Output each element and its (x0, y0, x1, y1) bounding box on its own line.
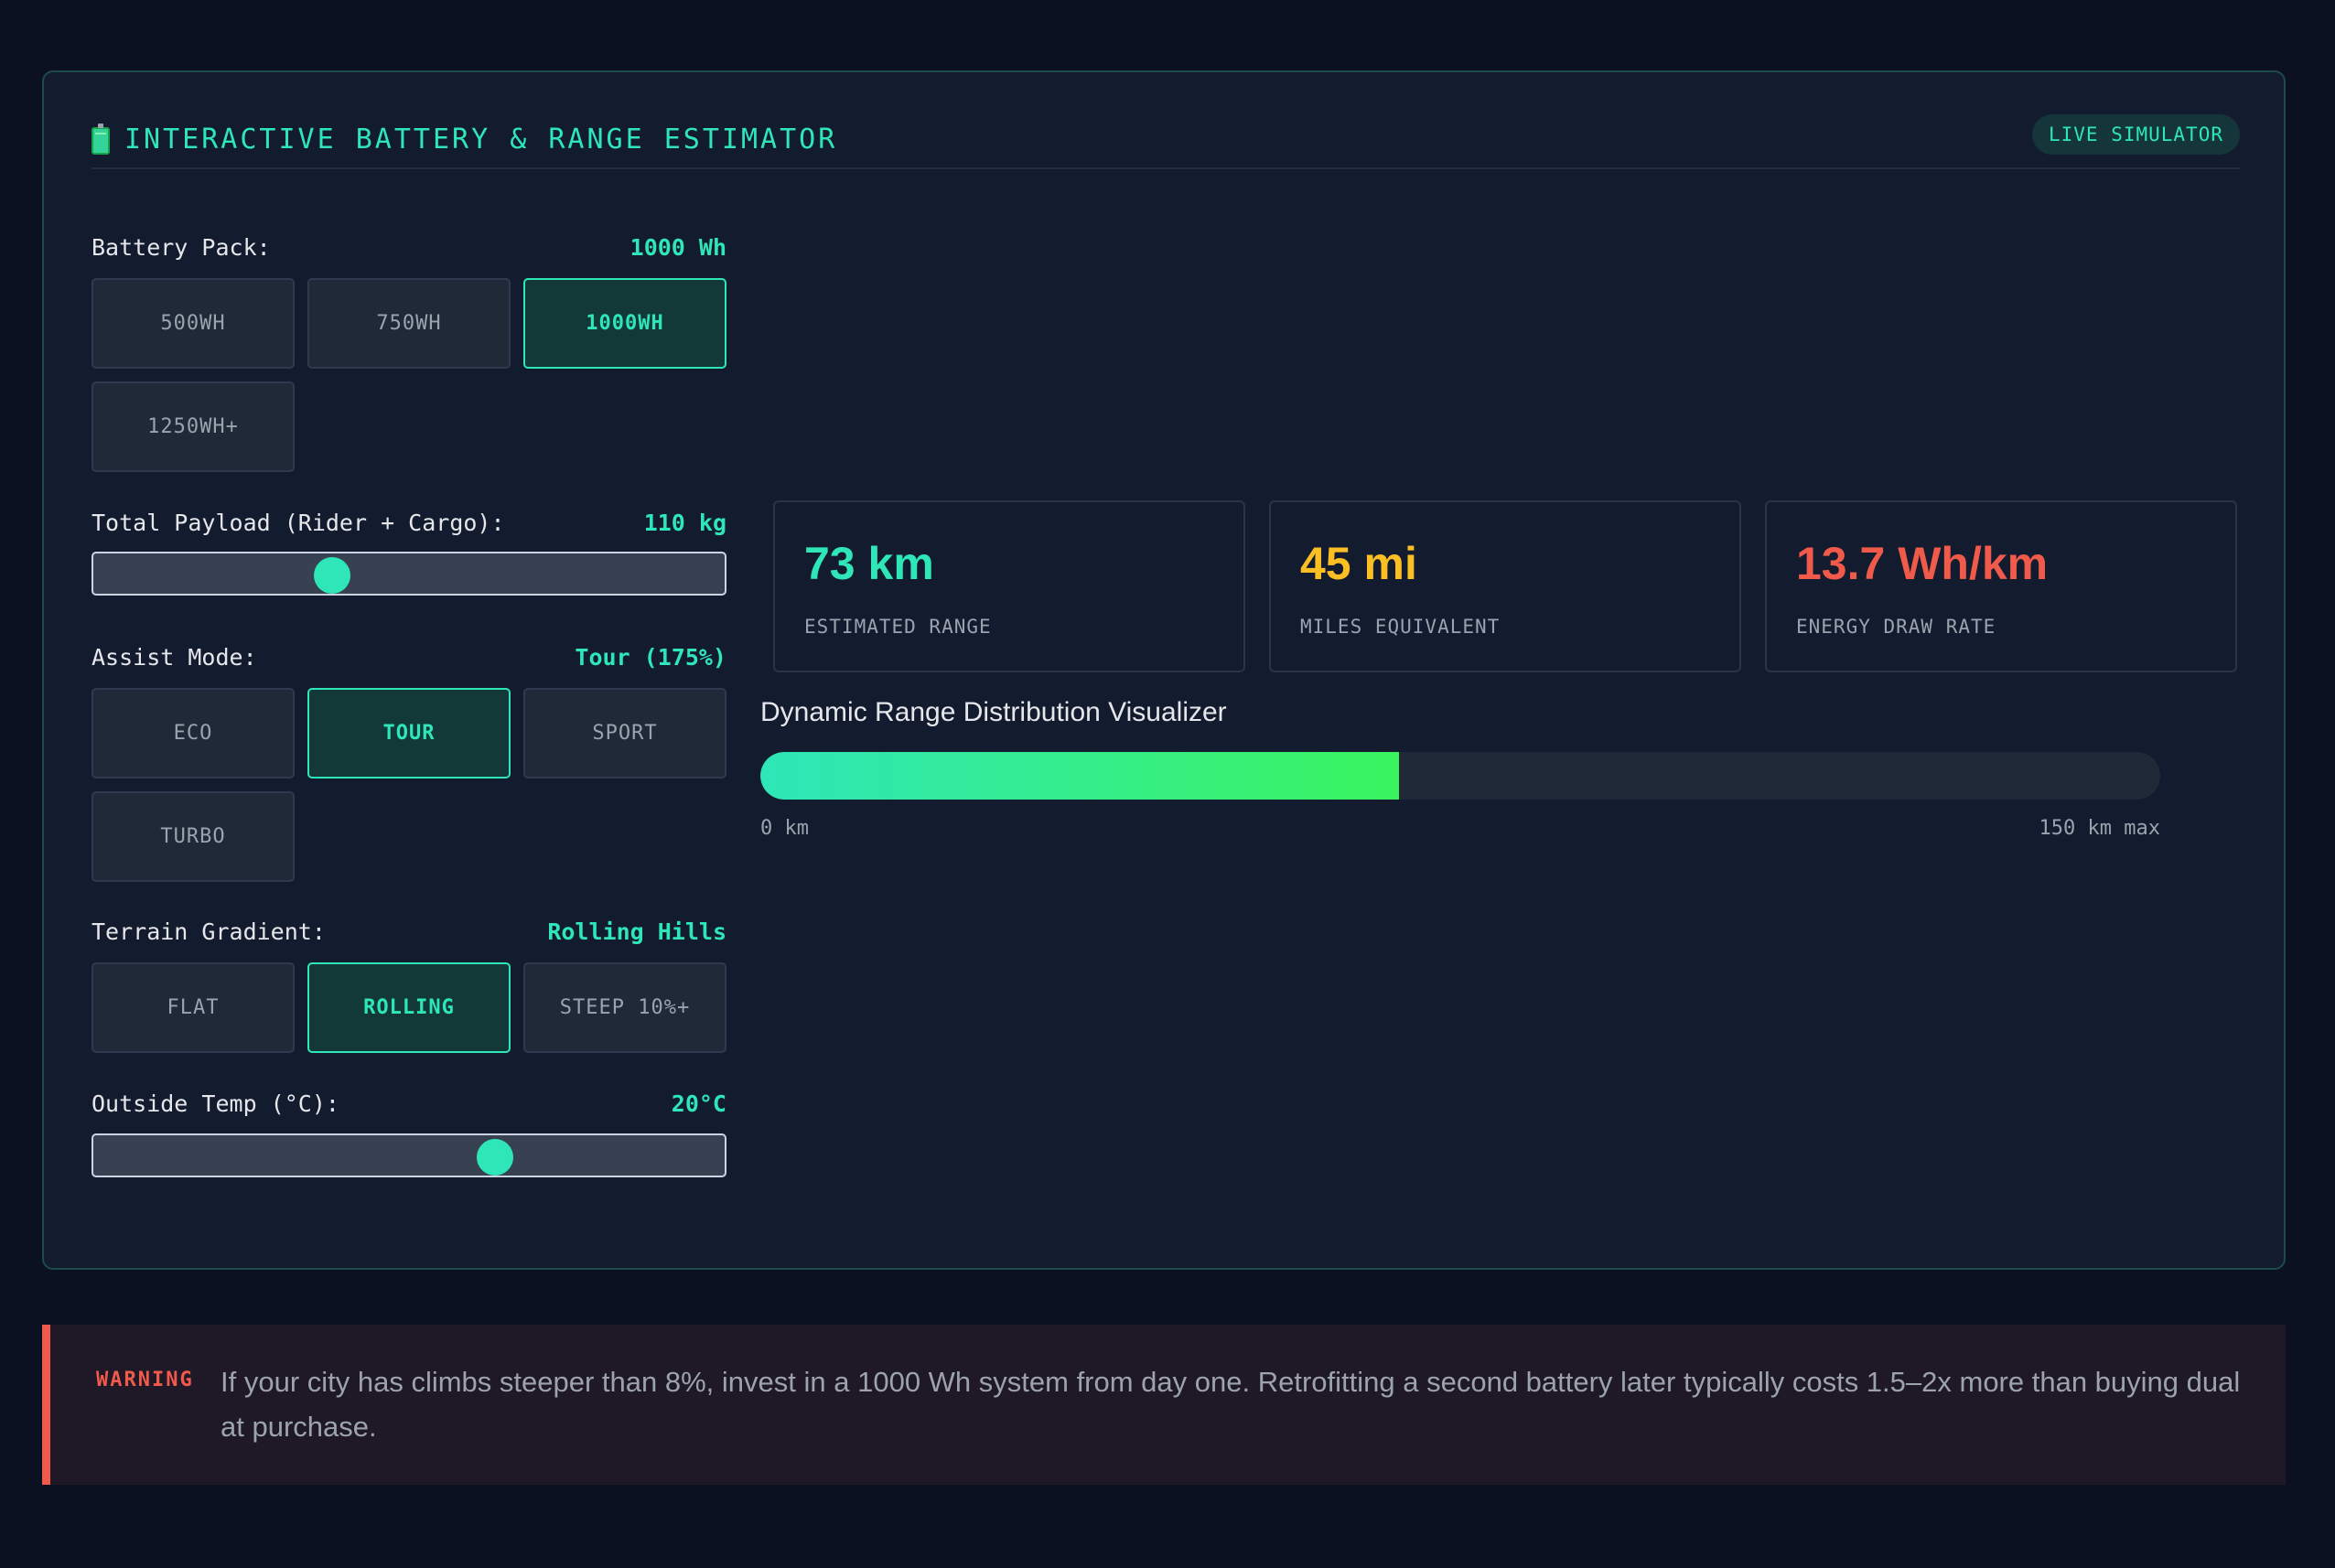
energy-draw-label: ENERGY DRAW RATE (1796, 616, 1996, 638)
assist-value: Tour (175%) (575, 643, 726, 671)
temp-label: Outside Temp (°C): (91, 1090, 339, 1117)
battery-option-1250[interactable]: 1250WH+ (91, 381, 295, 472)
temp-value: 20°C (671, 1090, 726, 1117)
range-bar-fill (760, 752, 1399, 800)
estimated-range-value: 73 km (804, 538, 934, 589)
stat-card-energy: 13.7 Wh/km ENERGY DRAW RATE (1765, 500, 2237, 672)
estimated-range-label: ESTIMATED RANGE (804, 616, 992, 638)
payload-value: 110 kg (643, 509, 726, 536)
range-max-label: 150 km max (2039, 817, 2160, 840)
title-wrap: INTERACTIVE BATTERY & RANGE ESTIMATOR (91, 118, 837, 169)
warning-tag: WARNING (96, 1369, 194, 1391)
warning-text: If your city has climbs steeper than 8%,… (221, 1366, 2241, 1443)
payload-slider[interactable] (91, 552, 726, 596)
terrain-value: Rolling Hills (547, 918, 726, 945)
battery-icon (91, 124, 110, 155)
assist-option-turbo[interactable]: TURBO (91, 791, 295, 882)
visualizer-title: Dynamic Range Distribution Visualizer (760, 697, 1227, 727)
battery-option-750[interactable]: 750WH (307, 278, 511, 369)
assist-option-sport[interactable]: SPORT (523, 688, 726, 779)
stat-card-miles: 45 mi MILES EQUIVALENT (1269, 500, 1741, 672)
range-bar-track (760, 752, 2160, 800)
warning-callout: WARNING If your city has climbs steeper … (42, 1325, 2286, 1485)
payload-label: Total Payload (Rider + Cargo): (91, 509, 505, 536)
terrain-label: Terrain Gradient: (91, 918, 326, 945)
energy-draw-value: 13.7 Wh/km (1796, 538, 2049, 589)
terrain-option-rolling[interactable]: ROLLING (307, 962, 511, 1053)
battery-value: 1000 Wh (629, 233, 726, 261)
panel-title: INTERACTIVE BATTERY & RANGE ESTIMATOR (124, 123, 838, 156)
assist-row: Assist Mode: Tour (175%) (91, 641, 726, 672)
range-min-label: 0 km (760, 817, 809, 840)
temp-slider[interactable] (91, 1133, 726, 1177)
estimator-panel: INTERACTIVE BATTERY & RANGE ESTIMATOR LI… (42, 70, 2286, 1270)
temp-slider-thumb[interactable] (477, 1139, 513, 1176)
assist-label: Assist Mode: (91, 643, 257, 671)
terrain-row: Terrain Gradient: Rolling Hills (91, 916, 726, 947)
battery-row: Battery Pack: 1000 Wh (91, 231, 726, 263)
miles-equivalent-value: 45 mi (1300, 538, 1417, 589)
battery-label: Battery Pack: (91, 233, 271, 261)
terrain-option-flat[interactable]: FLAT (91, 962, 295, 1053)
assist-option-tour[interactable]: TOUR (307, 688, 511, 779)
payload-row: Total Payload (Rider + Cargo): 110 kg (91, 507, 726, 538)
payload-slider-thumb[interactable] (314, 557, 350, 594)
temp-row: Outside Temp (°C): 20°C (91, 1088, 726, 1119)
miles-equivalent-label: MILES EQUIVALENT (1300, 616, 1501, 638)
stat-card-range: 73 km ESTIMATED RANGE (773, 500, 1245, 672)
battery-option-1000[interactable]: 1000WH (523, 278, 726, 369)
live-simulator-badge: LIVE SIMULATOR (2031, 114, 2240, 155)
panel-header: INTERACTIVE BATTERY & RANGE ESTIMATOR LI… (91, 114, 2240, 169)
terrain-option-steep[interactable]: STEEP 10%+ (523, 962, 726, 1053)
assist-option-eco[interactable]: ECO (91, 688, 295, 779)
battery-option-500[interactable]: 500WH (91, 278, 295, 369)
